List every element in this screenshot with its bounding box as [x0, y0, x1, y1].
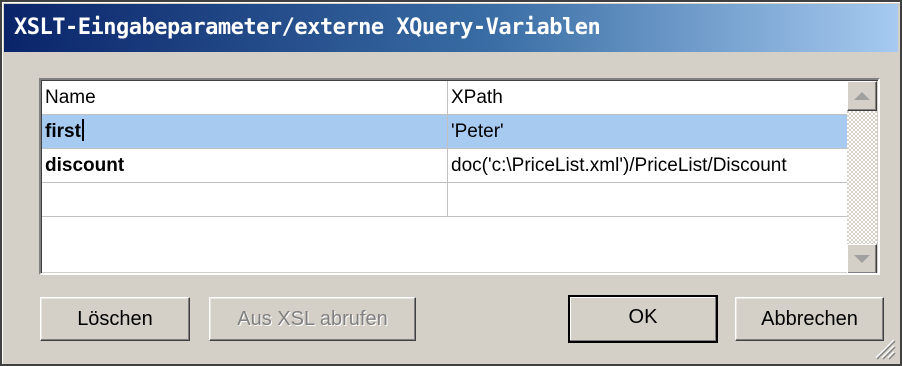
parameters-grid[interactable]: Name XPath first 'Peter' discount doc('c…	[39, 78, 880, 275]
dialog-title: XSLT-Eingabeparameter/externe XQuery-Var…	[4, 4, 898, 52]
cell-name-editing[interactable]: first	[42, 115, 448, 149]
scroll-up-arrow-icon	[854, 92, 870, 100]
table-row-empty[interactable]	[42, 183, 850, 217]
dialog-window: XSLT-Eingabeparameter/externe XQuery-Var…	[0, 0, 902, 366]
grid-body: Name XPath first 'Peter' discount doc('c…	[42, 81, 850, 273]
cell-name-text: first	[45, 121, 81, 142]
column-header-xpath[interactable]: XPath	[448, 81, 850, 115]
grid-header-row: Name XPath	[42, 81, 850, 115]
scroll-up-button[interactable]	[847, 81, 877, 111]
cell-xpath[interactable]	[448, 183, 850, 217]
cancel-button[interactable]: Abbrechen	[735, 297, 884, 341]
cell-xpath[interactable]: 'Peter'	[448, 115, 850, 149]
column-header-name[interactable]: Name	[42, 81, 448, 115]
fetch-from-xsl-button[interactable]: Aus XSL abrufen	[209, 297, 416, 341]
table-row[interactable]: discount doc('c:\PriceList.xml')/PriceLi…	[42, 149, 850, 183]
cell-name[interactable]: discount	[42, 149, 448, 183]
vertical-scrollbar[interactable]	[847, 81, 877, 273]
table-row[interactable]: first 'Peter'	[42, 115, 850, 149]
text-caret	[81, 119, 84, 142]
cell-xpath[interactable]: doc('c:\PriceList.xml')/PriceList/Discou…	[448, 149, 850, 183]
scroll-down-button[interactable]	[847, 244, 877, 273]
ok-button[interactable]: OK	[568, 295, 718, 343]
resize-grip-icon[interactable]	[872, 336, 896, 360]
delete-button[interactable]: Löschen	[40, 297, 190, 341]
cell-name[interactable]	[42, 183, 448, 217]
scroll-down-arrow-icon	[854, 255, 870, 263]
